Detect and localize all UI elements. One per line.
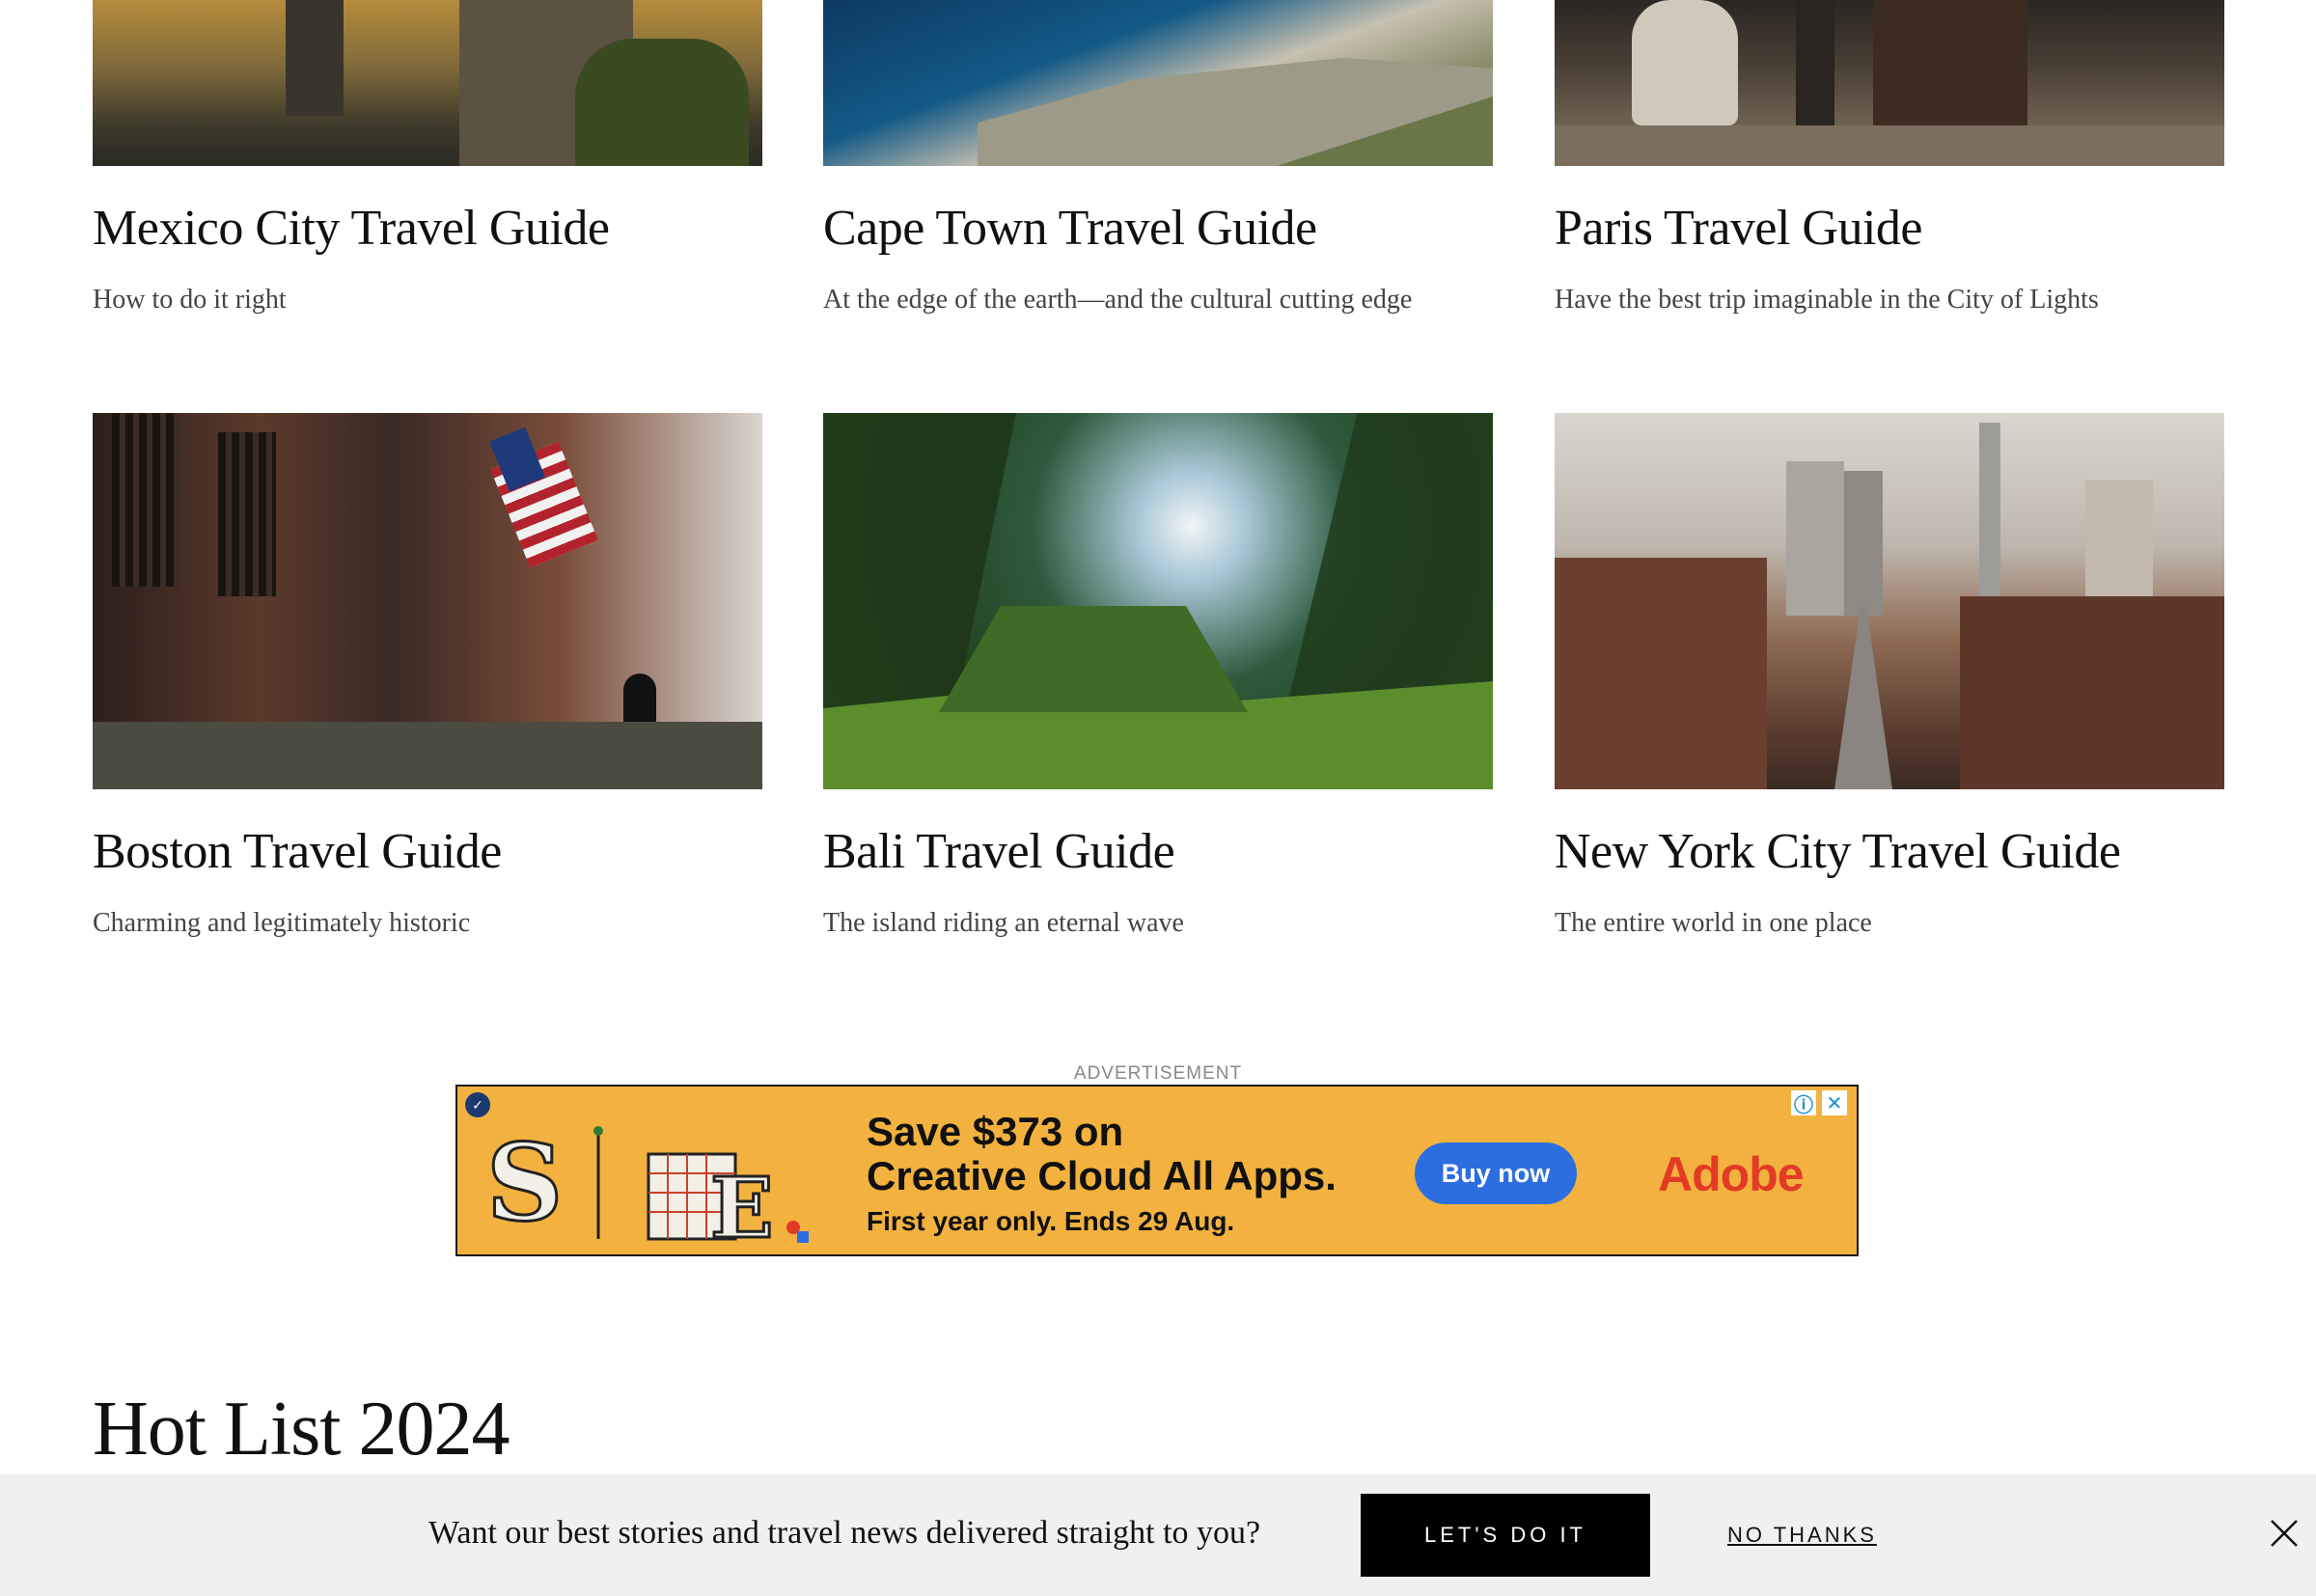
guide-subtitle: At the edge of the earth—and the cultura… [823,285,1413,316]
guide-title[interactable]: Mexico City Travel Guide [93,201,762,256]
guide-title[interactable]: Boston Travel Guide [93,824,762,879]
ad-headline-line-2: Creative Cloud All Apps. [867,1153,1337,1198]
guide-title[interactable]: Cape Town Travel Guide [823,201,1493,256]
svg-text:S: S [486,1120,563,1245]
guide-card-mexico-city[interactable]: Mexico City Travel Guide How to do it ri… [93,0,762,318]
guide-card-new-york-city[interactable]: New York City Travel Guide The entire wo… [1555,413,2224,942]
guide-title[interactable]: Paris Travel Guide [1555,201,2224,256]
guide-subtitle: Charming and legitimately historic [93,908,471,939]
guide-image-bali[interactable] [823,413,1493,789]
guide-subtitle: The entire world in one place [1555,908,1872,939]
ad-choices[interactable]: ⓘ ✕ [1791,1090,1847,1116]
guide-subtitle: How to do it right [93,285,287,316]
guide-image-mexico-city[interactable] [93,0,762,166]
advertisement-label: ADVERTISEMENT [1073,1063,1243,1084]
subscribe-button[interactable]: LET'S DO IT [1361,1494,1650,1577]
newsletter-bar: Want our best stories and travel news de… [0,1474,2316,1596]
ad-headline[interactable]: Save $373 on Creative Cloud All Apps. [867,1110,1337,1198]
adobe-logo[interactable]: Adobe [1658,1146,1805,1202]
guide-title[interactable]: Bali Travel Guide [823,824,1493,879]
guide-image-new-york-city[interactable] [1555,413,2224,789]
guide-image-boston[interactable] [93,413,762,789]
ad-close-icon[interactable]: ✕ [1822,1090,1847,1115]
newsletter-message: Want our best stories and travel news de… [428,1515,1261,1551]
ad-headline-line-1: Save $373 on [867,1109,1124,1154]
guide-subtitle: Have the best trip imaginable in the Cit… [1555,285,2099,316]
ad-info-icon[interactable]: ⓘ [1791,1090,1816,1116]
ad-subline: First year only. Ends 29 Aug. [867,1206,1235,1236]
svg-text:E: E [710,1160,774,1249]
guide-card-cape-town[interactable]: Cape Town Travel Guide At the edge of th… [823,0,1493,318]
guide-image-cape-town[interactable] [823,0,1493,166]
no-thanks-link[interactable]: NO THANKS [1727,1523,1877,1548]
ad-illustration: S E [486,1119,809,1249]
guide-card-paris[interactable]: Paris Travel Guide Have the best trip im… [1555,0,2224,318]
section-title: Hot List 2024 [93,1387,510,1472]
guide-card-boston[interactable]: Boston Travel Guide Charming and legitim… [93,413,762,942]
buy-now-button[interactable]: Buy now [1415,1142,1577,1204]
adobe-ad-banner[interactable]: ✓ S E Save $373 on Creative Cloud All Ap… [455,1085,1859,1256]
guide-image-paris[interactable] [1555,0,2224,166]
guide-subtitle: The island riding an eternal wave [823,908,1184,939]
guide-card-bali[interactable]: Bali Travel Guide The island riding an e… [823,413,1493,942]
close-icon[interactable] [2268,1517,2301,1550]
guide-title[interactable]: New York City Travel Guide [1555,824,2224,879]
